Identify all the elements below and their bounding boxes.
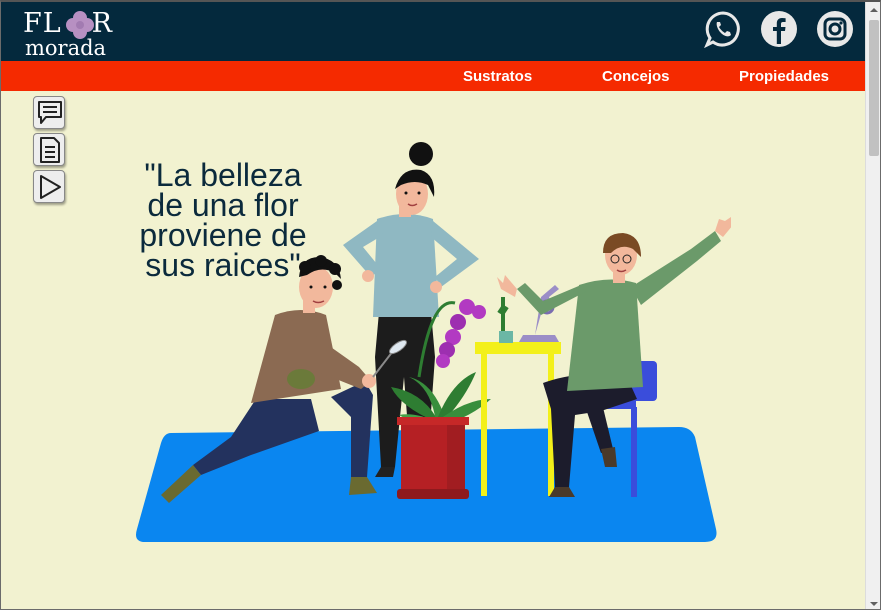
nav-item-sustratos[interactable]: Sustratos: [463, 68, 532, 85]
play-icon: [40, 175, 61, 199]
hero-illustration: [136, 142, 731, 542]
document-icon: [40, 137, 60, 163]
whatsapp-icon[interactable]: [704, 10, 742, 48]
play-button[interactable]: [33, 170, 65, 203]
site-logo[interactable]: FL R morada: [23, 8, 133, 60]
nav-item-propiedades[interactable]: Propiedades: [739, 68, 829, 85]
scroll-down-arrow-icon[interactable]: [866, 596, 881, 610]
logo-wordmark-bottom: morada: [25, 36, 107, 60]
site-header: FL R morada: [1, 2, 865, 61]
logo-text-fl: FL: [23, 8, 62, 39]
facebook-icon[interactable]: [760, 10, 798, 48]
scroll-up-arrow-icon[interactable]: [866, 2, 881, 18]
browser-viewport: FL R morada Sustratos Concejos Propiedad…: [0, 0, 881, 610]
nav-item-concejos[interactable]: Concejos: [602, 68, 670, 85]
vertical-scrollbar[interactable]: [865, 2, 881, 610]
scrollbar-thumb[interactable]: [869, 20, 879, 156]
main-nav: Sustratos Concejos Propiedades: [1, 61, 865, 91]
document-button[interactable]: [33, 133, 65, 166]
chat-icon: [38, 101, 62, 124]
chat-button[interactable]: [33, 96, 65, 129]
instagram-icon[interactable]: [816, 10, 854, 48]
